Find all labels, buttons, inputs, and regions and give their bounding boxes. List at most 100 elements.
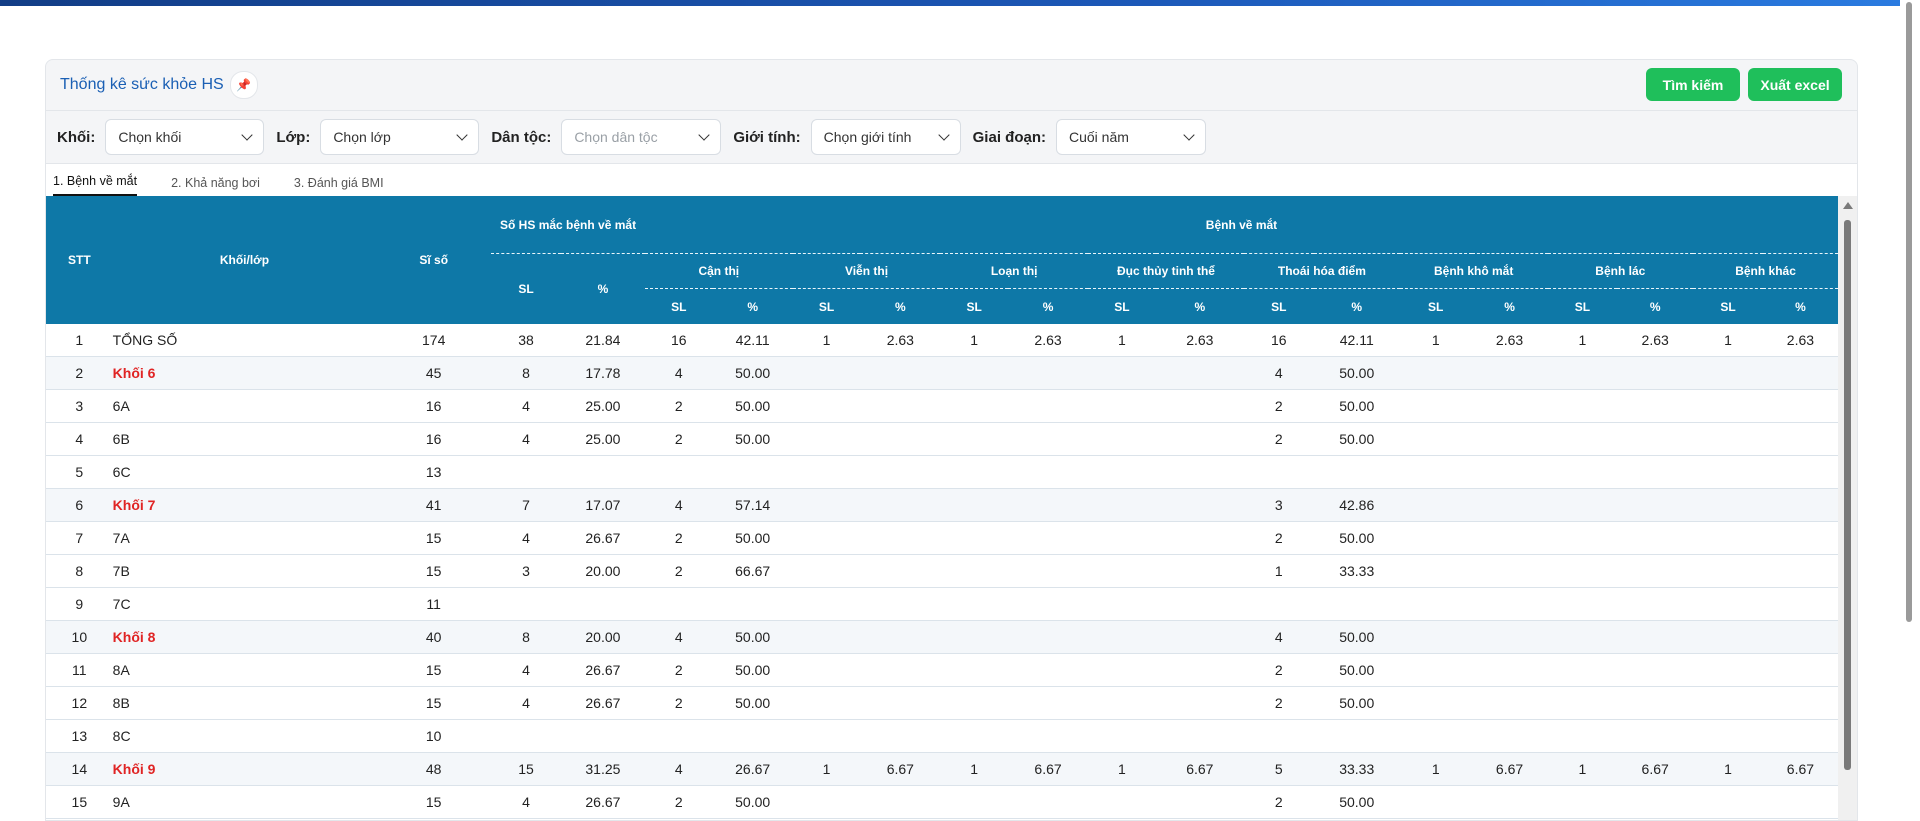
cell-disease-sl	[792, 488, 861, 522]
cell-disease-sl	[792, 521, 861, 555]
tab-bmi-assessment[interactable]: 3. Đánh giá BMI	[294, 176, 384, 196]
period-select[interactable]: Cuối năm	[1055, 119, 1206, 155]
cell-disease-sl	[1693, 719, 1763, 753]
tab-swimming-ability[interactable]: 2. Khả năng bơi	[171, 176, 260, 196]
cell-affected-pct: 21.84	[560, 324, 645, 357]
cell-disease-pct	[1471, 653, 1548, 687]
cell-disease-sl	[1399, 554, 1472, 588]
cell-disease-pct	[712, 587, 793, 621]
cell-class-name: 8B	[112, 686, 377, 720]
cell-affected-sl: 8	[491, 356, 561, 390]
cell-disease-sl	[1547, 653, 1618, 687]
cell-disease-pct	[860, 455, 941, 489]
tab-eye-diseases[interactable]: 1. Bệnh về mắt	[53, 174, 138, 196]
gender-select[interactable]: Chọn giới tính	[810, 119, 961, 155]
scroll-up-arrow-icon[interactable]	[1843, 202, 1853, 209]
table-scrollbar[interactable]	[1838, 196, 1857, 820]
cell-disease-pct: 50.00	[712, 620, 793, 654]
grade-select[interactable]: Chọn khối	[105, 119, 265, 155]
cell-disease-sl	[940, 356, 1009, 390]
cell-disease-sl: 2	[1243, 389, 1314, 423]
cell-disease-sl	[1693, 785, 1763, 819]
cell-disease-pct	[1155, 422, 1244, 456]
cell-disease-sl	[940, 521, 1009, 555]
cell-disease-sl	[1547, 587, 1618, 621]
cell-disease-sl: 2	[644, 653, 713, 687]
cell-disease-sl	[792, 455, 861, 489]
table-row: 13 8C 10	[46, 719, 1838, 753]
col-header-affected-sl: SL	[491, 253, 561, 324]
cell-disease-pct: 6.67	[1762, 752, 1838, 786]
cell-disease-sl	[940, 653, 1009, 687]
chevron-down-icon	[1183, 129, 1195, 141]
cell-disease-pct: 50.00	[712, 653, 793, 687]
chevron-down-icon	[937, 129, 950, 141]
cell-disease-sl	[1693, 422, 1763, 456]
pin-icon[interactable]: 📌	[229, 71, 258, 99]
cell-disease-pct	[1762, 488, 1838, 522]
cell-siso: 16	[376, 389, 492, 423]
cell-disease-pct: 6.67	[1008, 752, 1089, 786]
page-scrollbar-thumb[interactable]	[1906, 2, 1912, 622]
cell-disease-pct	[1008, 587, 1089, 621]
cell-disease-sl	[1088, 587, 1156, 621]
cell-disease-pct: 50.00	[712, 521, 793, 555]
cell-affected-pct	[560, 587, 645, 621]
cell-disease-sl	[940, 686, 1009, 720]
cell-disease-pct	[1762, 521, 1838, 555]
cell-disease-sl	[1547, 455, 1618, 489]
cell-disease-sl	[1693, 356, 1763, 390]
search-button[interactable]: Tìm kiếm	[1646, 68, 1740, 101]
cell-disease-sl	[1693, 686, 1763, 720]
cell-disease-pct	[1471, 620, 1548, 654]
cell-disease-pct	[1471, 587, 1548, 621]
cell-disease-pct	[860, 488, 941, 522]
col-header-pct: %	[860, 288, 941, 324]
cell-disease-sl	[1088, 422, 1156, 456]
cell-disease-sl	[940, 719, 1009, 753]
chevron-down-icon	[241, 129, 253, 141]
cell-disease-pct	[1762, 686, 1838, 720]
export-excel-button[interactable]: Xuất excel	[1748, 68, 1842, 101]
cell-affected-pct: 17.07	[560, 488, 645, 522]
cell-disease-sl: 1	[1088, 752, 1156, 786]
cell-disease-sl	[940, 620, 1009, 654]
cell-disease-pct: 6.67	[1471, 752, 1548, 786]
cell-disease-pct	[1313, 455, 1400, 489]
col-header-sl: SL	[1399, 288, 1472, 324]
col-header-siso: Sĩ số	[376, 196, 492, 324]
cell-disease-sl	[1399, 521, 1472, 555]
cell-disease-sl	[1399, 488, 1472, 522]
cell-disease-pct	[1008, 455, 1089, 489]
cell-disease-pct	[1008, 785, 1089, 819]
cell-disease-pct: 2.63	[1617, 324, 1694, 357]
cell-disease-sl: 2	[1243, 653, 1314, 687]
cell-siso: 41	[376, 488, 492, 522]
cell-affected-sl: 3	[491, 554, 561, 588]
ethnicity-select[interactable]: Chọn dân tộc	[561, 119, 722, 155]
col-header-disease: Đục thủy tinh thể	[1088, 253, 1244, 289]
cell-disease-pct	[1762, 653, 1838, 687]
cell-disease-pct	[1617, 488, 1694, 522]
cell-disease-pct	[1313, 719, 1400, 753]
cell-class-name: 8A	[112, 653, 377, 687]
stats-table: STT Khối/lớp Sĩ số Số HS mắc bệnh về mắt…	[46, 196, 1838, 819]
page-scrollbar[interactable]	[1900, 0, 1920, 809]
cell-disease-sl	[792, 554, 861, 588]
cell-disease-sl	[1088, 620, 1156, 654]
cell-disease-pct	[1617, 422, 1694, 456]
class-select-value: Chọn lớp	[333, 129, 391, 145]
cell-siso: 48	[376, 752, 492, 786]
table-scrollbar-thumb[interactable]	[1844, 220, 1851, 770]
cell-disease-sl	[1088, 521, 1156, 555]
cell-disease-sl: 1	[1693, 752, 1763, 786]
col-header-sl: SL	[1547, 288, 1618, 324]
cell-disease-pct	[1008, 356, 1089, 390]
cell-disease-sl	[792, 686, 861, 720]
col-header-sl: SL	[644, 288, 713, 324]
table-row: 4 6B 16 4 25.00 2 50.00 2 50.00	[46, 422, 1838, 456]
cell-affected-sl	[491, 587, 561, 621]
class-select[interactable]: Chọn lớp	[320, 119, 480, 155]
cell-disease-sl	[1088, 389, 1156, 423]
cell-disease-pct	[1762, 422, 1838, 456]
